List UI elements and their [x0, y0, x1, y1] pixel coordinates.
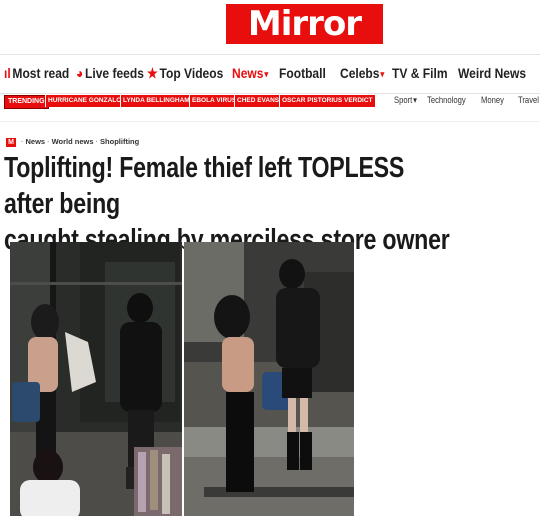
live-dot-icon: ◕: [76, 65, 84, 81]
chevron-down-icon: ▾: [380, 68, 385, 79]
nav-football-label: Football: [279, 65, 326, 81]
nav-tv-film-label: TV & Film: [392, 65, 448, 81]
divider: [0, 121, 540, 122]
breadcrumb-shoplifting[interactable]: Shoplifting: [100, 137, 139, 146]
street-scene-image: [10, 242, 182, 516]
nav-football[interactable]: Football: [279, 65, 326, 81]
trending-bar: TRENDING HURRICANE GONZALO LYNDA BELLING…: [0, 93, 540, 111]
trending-label: TRENDING: [4, 95, 49, 109]
nav-live-feeds-label: Live feeds: [85, 65, 144, 81]
breadcrumb-world-news[interactable]: World news: [52, 137, 94, 146]
trending-item[interactable]: EBOLA VIRUS: [189, 95, 239, 107]
article-photo-right[interactable]: [184, 242, 354, 516]
subnav-technology[interactable]: Technology: [427, 95, 466, 105]
shop-front-image: [184, 242, 354, 516]
trending-item[interactable]: HURRICANE GONZALO: [45, 95, 124, 107]
subnav-sport[interactable]: Sport▾: [394, 95, 417, 106]
nav-most-read-label: Most read: [12, 65, 70, 81]
trending-item[interactable]: OSCAR PISTORIUS VERDICT: [279, 95, 375, 107]
crumb-separator: ·: [95, 137, 99, 146]
subnav-sport-label: Sport: [394, 95, 413, 105]
masthead: Mirror: [0, 0, 540, 52]
breadcrumb: M · News · World news · Shoplifting: [6, 137, 139, 147]
nav-celebs-label: Celebs: [340, 65, 380, 81]
nav-celebs[interactable]: Celebs▾: [340, 65, 384, 81]
trending-item[interactable]: LYNDA BELLINGHAM: [120, 95, 192, 107]
crumb-separator: ·: [47, 137, 50, 146]
nav-top-videos-label: Top Videos: [159, 65, 224, 81]
nav-news-label: News: [232, 65, 264, 81]
crumb-separator: ·: [21, 137, 24, 146]
nav-most-read[interactable]: ıl Most read: [4, 65, 69, 81]
article-photo-left[interactable]: [10, 242, 182, 516]
mirror-logo[interactable]: Mirror: [226, 4, 383, 44]
chevron-down-icon: ▾: [264, 68, 269, 79]
nav-news[interactable]: News▾: [232, 65, 268, 81]
subnav-travel[interactable]: Travel: [518, 95, 539, 105]
bar-chart-icon: ıl: [4, 65, 11, 81]
nav-tv-film[interactable]: TV & Film: [392, 65, 448, 81]
breadcrumb-news[interactable]: News: [26, 137, 46, 146]
main-nav: ıl Most read ◕ Live feeds ★ Top Videos News…: [0, 54, 540, 94]
trending-item[interactable]: CHED EVANS: [234, 95, 282, 107]
nav-live-feeds[interactable]: ◕ Live feeds: [76, 65, 144, 81]
nav-top-videos[interactable]: ★ Top Videos: [147, 65, 223, 82]
nav-weird-news-label: Weird News: [458, 65, 527, 81]
chevron-down-icon: ▾: [413, 95, 417, 106]
mirror-mini-logo-icon[interactable]: M: [6, 137, 16, 147]
subnav-money[interactable]: Money: [481, 95, 504, 105]
headline-line: Toplifting! Female thief left TOPLESS af…: [4, 152, 405, 220]
nav-weird-news[interactable]: Weird News: [458, 65, 526, 81]
star-icon: ★: [147, 65, 158, 81]
